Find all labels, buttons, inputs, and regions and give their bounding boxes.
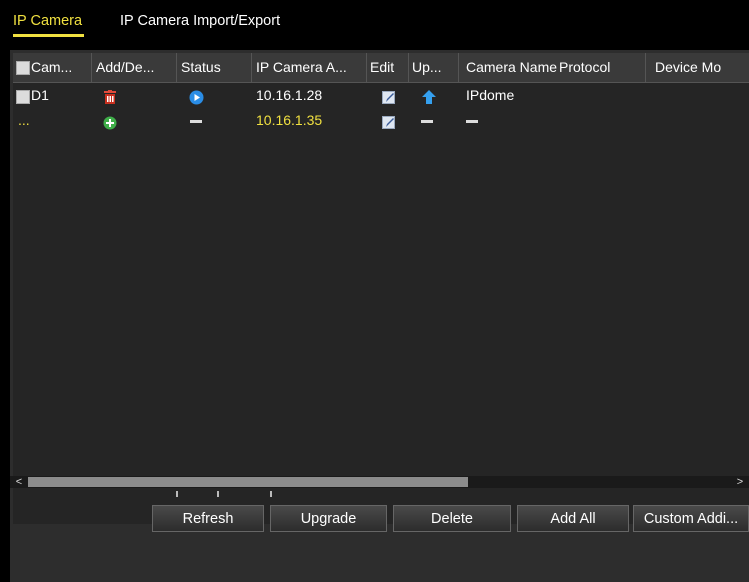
table-header: Cam... Add/De... Status IP Camera A... E… — [13, 53, 749, 83]
ip-camera-panel: Cam... Add/De... Status IP Camera A... E… — [10, 50, 749, 582]
column-header-camera[interactable]: Cam... — [31, 53, 92, 82]
custom-adding-button[interactable]: Custom Addi... — [633, 505, 749, 532]
tab-ip-camera-import-export[interactable]: IP Camera Import/Export — [120, 13, 280, 29]
column-header-upgrade[interactable]: Up... — [412, 53, 459, 82]
status-dash — [190, 108, 202, 133]
edit-icon[interactable] — [382, 113, 396, 138]
active-tab-indicator — [13, 34, 84, 37]
column-header-add-delete[interactable]: Add/De... — [96, 53, 177, 82]
camera-name: IPdome — [466, 87, 515, 103]
column-tick — [270, 491, 272, 497]
add-all-button[interactable]: Add All — [517, 505, 629, 532]
column-tick — [176, 491, 178, 497]
add-icon[interactable] — [103, 113, 117, 138]
column-header-ip-address[interactable]: IP Camera A... — [256, 53, 367, 82]
refresh-button[interactable]: Refresh — [152, 505, 264, 532]
table-row[interactable]: ... 10.16.1.35 — [13, 108, 749, 133]
column-header-protocol[interactable]: Protocol — [559, 53, 646, 82]
camera-number: ... — [18, 112, 30, 128]
delete-button[interactable]: Delete — [393, 505, 511, 532]
ip-address: 10.16.1.35 — [256, 112, 323, 128]
horizontal-scrollbar[interactable]: < > — [10, 476, 749, 488]
upgrade-dash — [421, 108, 433, 133]
upgrade-button[interactable]: Upgrade — [270, 505, 387, 532]
select-all-checkbox[interactable] — [16, 61, 30, 75]
scrollbar-thumb[interactable] — [28, 477, 468, 487]
column-tick — [217, 491, 219, 497]
camera-name-dash — [466, 108, 478, 133]
row-checkbox[interactable] — [16, 90, 30, 104]
tab-bar: IP Camera IP Camera Import/Export — [0, 0, 749, 40]
scroll-right-arrow[interactable]: > — [733, 476, 747, 488]
tab-ip-camera[interactable]: IP Camera — [13, 13, 82, 29]
scroll-left-arrow[interactable]: < — [12, 476, 26, 488]
column-header-camera-name[interactable]: Camera Name — [466, 53, 558, 82]
table-row[interactable]: D1 10.16.1.28 IPdome — [13, 83, 749, 108]
column-header-device-model[interactable]: Device Mo — [655, 53, 749, 82]
column-header-edit[interactable]: Edit — [370, 53, 409, 82]
ip-address: 10.16.1.28 — [256, 87, 323, 103]
column-header-status[interactable]: Status — [181, 53, 252, 82]
camera-table: Cam... Add/De... Status IP Camera A... E… — [13, 53, 749, 524]
camera-number: D1 — [31, 87, 49, 103]
